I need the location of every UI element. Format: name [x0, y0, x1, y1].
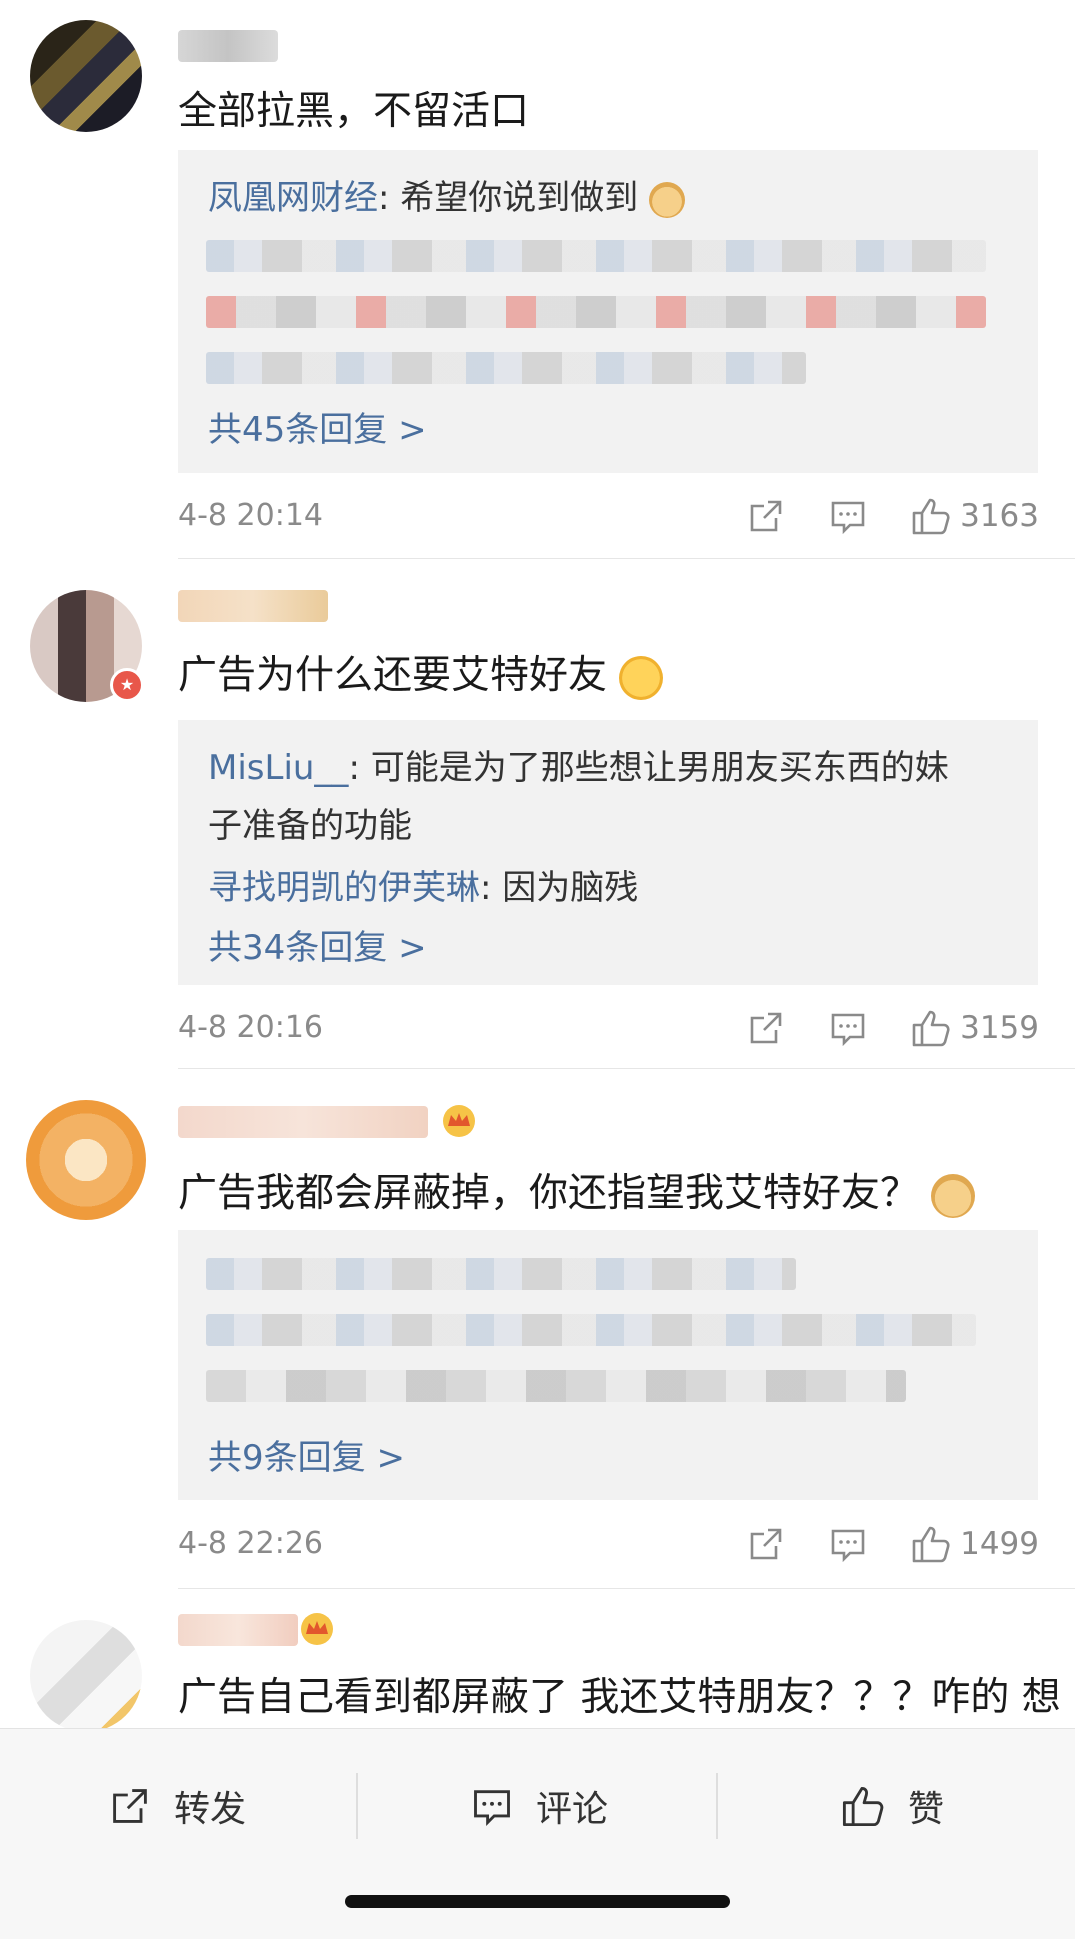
- comment-actions: 3163: [704, 494, 1039, 538]
- sweat-emoji-icon: [619, 655, 664, 700]
- comment-button[interactable]: [828, 1008, 868, 1048]
- reply-line-continued: 子准备的功能: [208, 806, 412, 846]
- comment-item: 全部拉黑，不留活口 凤凰网财经: 希望你说到做到 共45条回复 > 4-8 20…: [0, 0, 1075, 560]
- username-blurred[interactable]: [178, 590, 328, 622]
- comment-actions: 3159: [704, 1006, 1039, 1050]
- comment-actions: 1499: [704, 1522, 1039, 1566]
- comment-icon: [831, 1529, 865, 1563]
- home-indicator[interactable]: [345, 1895, 730, 1908]
- verified-badge-icon: ★: [110, 668, 144, 702]
- vip-crown-icon: [298, 1612, 336, 1646]
- toolbar-separator: [356, 1773, 358, 1839]
- share-button[interactable]: [746, 1524, 786, 1564]
- view-replies-link[interactable]: 共45条回复 >: [208, 402, 427, 451]
- comment-item: 广告自己看到都屏蔽了 我还艾特朋友？？？咋的 想: [0, 1590, 1075, 1732]
- blurred-reply-line: [206, 296, 986, 328]
- avatar[interactable]: [30, 20, 142, 132]
- like-toolbar-button[interactable]: 赞: [840, 1771, 944, 1841]
- comment-toolbar-button[interactable]: 评论: [470, 1771, 608, 1841]
- thumbs-up-icon: [912, 498, 950, 535]
- like-button[interactable]: 1499: [910, 1523, 1039, 1565]
- blurred-reply-line: [206, 1370, 906, 1402]
- like-count: 3159: [960, 1010, 1039, 1046]
- comment-item: ★ 广告为什么还要艾特好友 MisLiu__: 可能是为了那些想让男朋友买东西的…: [0, 560, 1075, 1070]
- comment-item: 广告我都会屏蔽掉，你还指望我艾特好友？ 共9条回复 > 4-8 22:26 14…: [0, 1070, 1075, 1590]
- comment-text: 广告为什么还要艾特好友: [178, 644, 664, 700]
- reply-text: : 希望你说到做到: [378, 178, 639, 218]
- comment-text: 全部拉黑，不留活口: [178, 89, 530, 134]
- comment-label: 评论: [536, 1789, 609, 1830]
- view-replies-link[interactable]: 共9条回复 >: [208, 1430, 405, 1479]
- reply-box[interactable]: 凤凰网财经: 希望你说到做到 共45条回复 >: [178, 150, 1038, 473]
- share-icon: [750, 500, 782, 532]
- vip-crown-icon: [440, 1104, 478, 1138]
- comment-button[interactable]: [828, 496, 868, 536]
- thumbs-up-icon: [912, 1010, 950, 1047]
- blurred-reply-line: [206, 352, 806, 384]
- avatar[interactable]: [30, 1620, 142, 1732]
- reply-box[interactable]: MisLiu__: 可能是为了那些想让男朋友买东西的妹 子准备的功能 寻找明凯的…: [178, 720, 1038, 985]
- thumbs-up-icon: [912, 1526, 950, 1563]
- username-blurred[interactable]: [178, 1106, 428, 1138]
- share-icon: [750, 1012, 782, 1044]
- blurred-reply-line: [206, 1314, 976, 1346]
- doge-emoji-icon: [931, 1173, 976, 1218]
- blurred-reply-line: [206, 240, 986, 272]
- like-count: 1499: [960, 1526, 1039, 1562]
- reply-line: MisLiu__: 可能是为了那些想让男朋友买东西的妹: [208, 740, 949, 789]
- comment-icon: [831, 501, 865, 535]
- comment-text: 广告自己看到都屏蔽了 我还艾特朋友？？？咋的 想: [178, 1675, 1061, 1720]
- toolbar-separator: [716, 1773, 718, 1839]
- reply-username[interactable]: MisLiu__: [208, 748, 348, 788]
- like-count: 3163: [960, 498, 1039, 534]
- repost-label: 转发: [174, 1789, 247, 1830]
- repost-button[interactable]: 转发: [108, 1771, 246, 1841]
- like-label: 赞: [908, 1789, 945, 1830]
- reply-username[interactable]: 寻找明凯的伊芙琳: [208, 868, 480, 908]
- timestamp: 4-8 20:16: [178, 1010, 323, 1045]
- like-button[interactable]: 3159: [910, 1007, 1039, 1049]
- username-blurred[interactable]: [178, 30, 278, 62]
- reply-line: 寻找明凯的伊芙琳: 因为脑残: [208, 860, 638, 909]
- reply-text: : 因为脑残: [480, 868, 639, 908]
- timestamp: 4-8 20:14: [178, 498, 323, 533]
- share-icon: [113, 1789, 147, 1823]
- reply-username[interactable]: 凤凰网财经: [208, 178, 378, 218]
- share-button[interactable]: [746, 496, 786, 536]
- reply-text: : 可能是为了那些想让男朋友买东西的妹: [348, 748, 949, 788]
- comment-button[interactable]: [828, 1524, 868, 1564]
- avatar[interactable]: [26, 1100, 146, 1220]
- view-replies-link[interactable]: 共34条回复 >: [208, 920, 427, 969]
- divider: [178, 1068, 1075, 1069]
- doge-emoji-icon: [649, 181, 686, 218]
- username-blurred[interactable]: [178, 1614, 298, 1646]
- comment-icon: [831, 1013, 865, 1047]
- reply-box[interactable]: 共9条回复 >: [178, 1230, 1038, 1500]
- thumbs-up-icon: [842, 1787, 884, 1827]
- blurred-reply-line: [206, 1258, 796, 1290]
- comment-icon: [474, 1790, 510, 1826]
- divider: [178, 1588, 1075, 1589]
- reply-line: 凤凰网财经: 希望你说到做到: [208, 170, 686, 219]
- like-button[interactable]: 3163: [910, 495, 1039, 537]
- divider: [178, 558, 1075, 559]
- timestamp: 4-8 22:26: [178, 1526, 323, 1561]
- share-button[interactable]: [746, 1008, 786, 1048]
- comment-text: 广告我都会屏蔽掉，你还指望我艾特好友？: [178, 1162, 976, 1218]
- share-icon: [750, 1528, 782, 1560]
